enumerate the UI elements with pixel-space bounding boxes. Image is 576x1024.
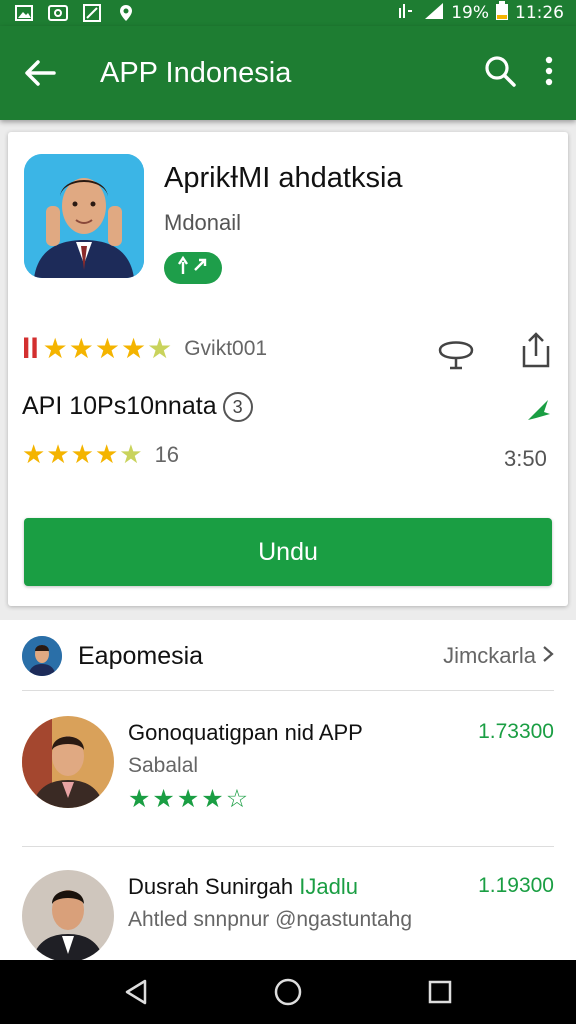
item-price: 1.73300 [478,720,554,743]
battery-icon [495,0,509,26]
star-outline-icon: ☆ [225,784,249,813]
tool-icon [82,4,102,22]
app-bar: APP Indonesia [0,26,576,120]
item-avatar [22,716,114,808]
rating-prefix: II [22,332,39,365]
star-icon: ★ [176,784,200,813]
star-icon: ★ [94,440,119,470]
chevron-right-icon [542,643,554,669]
star-icon: ★ [152,784,175,813]
editor-choice-icon [175,255,211,280]
signal-icon [423,2,445,25]
reviews-count: Gvikt001 [184,337,268,360]
item-price: 1.19300 [478,874,554,897]
developer-name[interactable]: Mdonail [164,210,241,236]
search-icon[interactable] [484,55,516,91]
section-more-label: Jimckarla [443,643,536,668]
star-icon: ★ [94,332,120,365]
install-button[interactable]: Undu [24,518,552,586]
item-title: Gonoquatigpan nid APP [128,720,363,745]
star-icon: ★ [70,440,94,470]
item-subtitle: Sabalal [128,754,199,777]
signal-alt-icon [397,2,417,25]
image-icon [14,4,34,22]
item-rating-stars: ★ ★ ★ ★ ☆ [128,786,248,811]
star-icon: ★ [46,440,70,470]
leaf-icon [524,396,552,424]
system-nav-bar [0,960,576,1024]
more-vert-icon[interactable] [544,56,554,90]
secondary-value: 3:50 [504,446,547,471]
share-icon[interactable] [516,330,556,370]
star-icon: ★ [22,440,46,470]
app-name: AprikƗMI ahdatksia [164,162,403,194]
info-title: API 10Ps10nnata 3 [22,392,253,423]
editor-choice-badge [164,252,222,284]
secondary-rating-stars: ★ ★ ★ ★ ★ [22,442,143,468]
info-badge: 3 [222,392,253,423]
rating-row: II ★ ★ ★ ★ ★ Gvikt001 [22,332,267,366]
star-half-icon: ★ [201,784,224,813]
star-half-icon: ★ [147,332,173,365]
star-icon: ★ [68,332,94,365]
star-icon: ★ [42,332,68,365]
wishlist-icon[interactable] [436,332,476,372]
secondary-count: 16 [154,442,180,467]
item-title: Dusrah Sunirgah IJadlu [128,874,358,900]
page-title: APP Indonesia [100,56,292,89]
section-more-link[interactable]: Jimckarla [443,643,554,669]
clock: 11:26 [515,3,564,23]
item-title-text: Dusrah Sunirgah [128,874,294,899]
nav-back-icon[interactable] [116,972,156,1012]
app-icon [24,154,144,278]
info-title-text: API 10Ps10nnata [22,392,217,420]
section-avatar [22,636,62,676]
battery-percent: 19% [451,3,489,23]
section-header: Eapomesia Jimckarla [22,634,554,678]
nav-home-icon[interactable] [268,972,308,1012]
star-icon: ★ [128,784,151,813]
item-subtitle: Ahtled snnpnur @ngastuntahg [128,908,413,931]
arrow-back-icon[interactable] [20,53,60,93]
item-title-highlight: IJadlu [299,874,358,899]
item-avatar [22,870,114,962]
list-item[interactable]: Gonoquatigpan nid APP Sabalal 1.73300 ★ … [22,716,556,826]
divider [22,690,554,691]
status-bar: 19% 11:26 [0,0,576,26]
star-icon: ★ [121,332,147,365]
secondary-rating-row: ★ ★ ★ ★ ★ 16 [22,442,179,468]
app-details-card: AprikƗMI ahdatksia Mdonail II ★ ★ ★ ★ ★ … [8,132,568,606]
rating-stars: ★ ★ ★ ★ ★ [43,335,173,363]
section-title: Eapomesia [78,641,204,670]
gallery-icon [48,4,68,22]
similar-apps-section: Eapomesia Jimckarla Gonoquatigpan nid AP… [0,620,576,962]
star-half-icon: ★ [119,440,143,470]
nav-recents-icon[interactable] [420,972,460,1012]
location-icon [116,4,136,22]
divider [22,846,554,847]
